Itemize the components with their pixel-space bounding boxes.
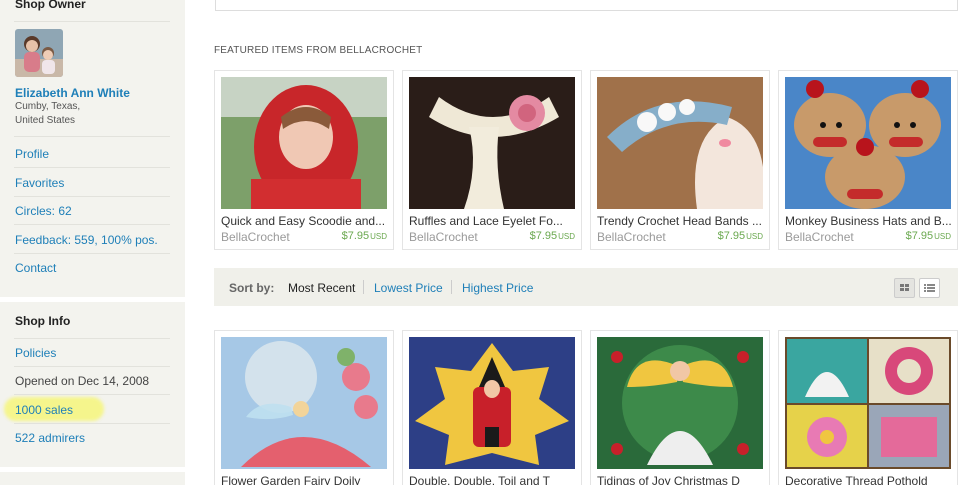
divider <box>14 366 170 367</box>
divider <box>14 394 170 395</box>
grid-view-icon <box>900 284 909 291</box>
price-currency: USD <box>370 232 387 241</box>
divider <box>14 423 170 424</box>
item-price: $7.95USD <box>906 230 951 242</box>
sort-label: Sort by: <box>229 281 275 295</box>
item-shop-name[interactable]: BellaCrochet <box>785 230 854 244</box>
sidebar-footer-panel <box>0 472 185 485</box>
owner-name-link[interactable]: Elizabeth Ann White <box>15 86 130 100</box>
sales-link[interactable]: 1000 sales <box>15 403 73 417</box>
divider <box>14 136 170 137</box>
contact-link[interactable]: Contact <box>15 261 56 275</box>
item-title[interactable]: Quick and Easy Scoodie and... <box>221 214 389 228</box>
owner-location-line2: United States <box>15 115 76 126</box>
policies-link[interactable]: Policies <box>15 346 56 360</box>
shop-info-heading: Shop Info <box>15 314 71 328</box>
price-amount: $7.95 <box>905 230 934 242</box>
listing-item-card[interactable]: Flower Garden Fairy Doily <box>214 330 394 485</box>
item-shop-name[interactable]: BellaCrochet <box>221 230 290 244</box>
sidebar: Shop Owner Elizabeth Ann White Cumby, Te… <box>0 0 185 485</box>
sort-separator <box>451 280 452 294</box>
item-thumbnail[interactable] <box>597 77 763 209</box>
sort-option-most-recent[interactable]: Most Recent <box>288 281 355 295</box>
featured-item-card[interactable]: Monkey Business Hats and B... BellaCroch… <box>778 70 958 250</box>
item-shop-name[interactable]: BellaCrochet <box>409 230 478 244</box>
sort-bar: Sort by: Most Recent Lowest Price Highes… <box>214 268 958 306</box>
item-thumbnail[interactable] <box>409 337 575 469</box>
profile-link[interactable]: Profile <box>15 147 49 161</box>
item-price: $7.95USD <box>342 230 387 242</box>
featured-heading: FEATURED ITEMS FROM BELLACROCHET <box>214 45 423 56</box>
price-currency: USD <box>934 232 951 241</box>
favorites-link[interactable]: Favorites <box>15 176 64 190</box>
divider <box>14 21 170 22</box>
listing-item-card[interactable]: Tidings of Joy Christmas D <box>590 330 770 485</box>
grid-view-button[interactable] <box>894 278 915 298</box>
item-thumbnail[interactable] <box>221 337 387 469</box>
divider <box>14 167 170 168</box>
item-title[interactable]: Ruffles and Lace Eyelet Fo... <box>409 214 577 228</box>
item-shop-name[interactable]: BellaCrochet <box>597 230 666 244</box>
owner-location-line1: Cumby, Texas, <box>15 101 81 112</box>
item-title[interactable]: Flower Garden Fairy Doily <box>221 474 389 485</box>
shop-owner-panel: Shop Owner Elizabeth Ann White Cumby, Te… <box>0 0 185 297</box>
divider <box>14 224 170 225</box>
featured-item-card[interactable]: Trendy Crochet Head Bands ... BellaCroch… <box>590 70 770 250</box>
item-price: $7.95USD <box>530 230 575 242</box>
admirers-link[interactable]: 522 admirers <box>15 431 85 445</box>
item-title[interactable]: Decorative Thread Pothold <box>785 474 953 485</box>
price-amount: $7.95 <box>341 230 370 242</box>
price-amount: $7.95 <box>529 230 558 242</box>
price-currency: USD <box>558 232 575 241</box>
divider <box>14 338 170 339</box>
listing-item-card[interactable]: Decorative Thread Pothold <box>778 330 958 485</box>
avatar[interactable] <box>15 29 63 77</box>
sort-option-lowest-price[interactable]: Lowest Price <box>374 281 443 295</box>
featured-item-card[interactable]: Ruffles and Lace Eyelet Fo... BellaCroch… <box>402 70 582 250</box>
price-amount: $7.95 <box>717 230 746 242</box>
circles-link[interactable]: Circles: 62 <box>15 204 72 218</box>
divider <box>14 196 170 197</box>
item-thumbnail[interactable] <box>221 77 387 209</box>
item-thumbnail[interactable] <box>785 77 951 209</box>
list-view-icon <box>924 284 935 292</box>
opened-date: Opened on Dec 14, 2008 <box>15 374 150 388</box>
item-thumbnail[interactable] <box>785 337 951 469</box>
item-price: $7.95USD <box>718 230 763 242</box>
item-title[interactable]: Tidings of Joy Christmas D <box>597 474 765 485</box>
price-currency: USD <box>746 232 763 241</box>
item-title[interactable]: Double, Double, Toil and T <box>409 474 577 485</box>
sort-option-highest-price[interactable]: Highest Price <box>462 281 533 295</box>
featured-item-card[interactable]: Quick and Easy Scoodie and... BellaCroch… <box>214 70 394 250</box>
shop-owner-heading: Shop Owner <box>15 0 86 11</box>
item-title[interactable]: Trendy Crochet Head Bands ... <box>597 214 765 228</box>
sort-separator <box>363 280 364 294</box>
shop-announcement-box <box>215 0 958 11</box>
item-title[interactable]: Monkey Business Hats and B... <box>785 214 953 228</box>
item-thumbnail[interactable] <box>597 337 763 469</box>
listing-item-card[interactable]: Double, Double, Toil and T <box>402 330 582 485</box>
feedback-link[interactable]: Feedback: 559, 100% pos. <box>15 233 158 247</box>
divider <box>14 253 170 254</box>
item-thumbnail[interactable] <box>409 77 575 209</box>
list-view-button[interactable] <box>919 278 940 298</box>
